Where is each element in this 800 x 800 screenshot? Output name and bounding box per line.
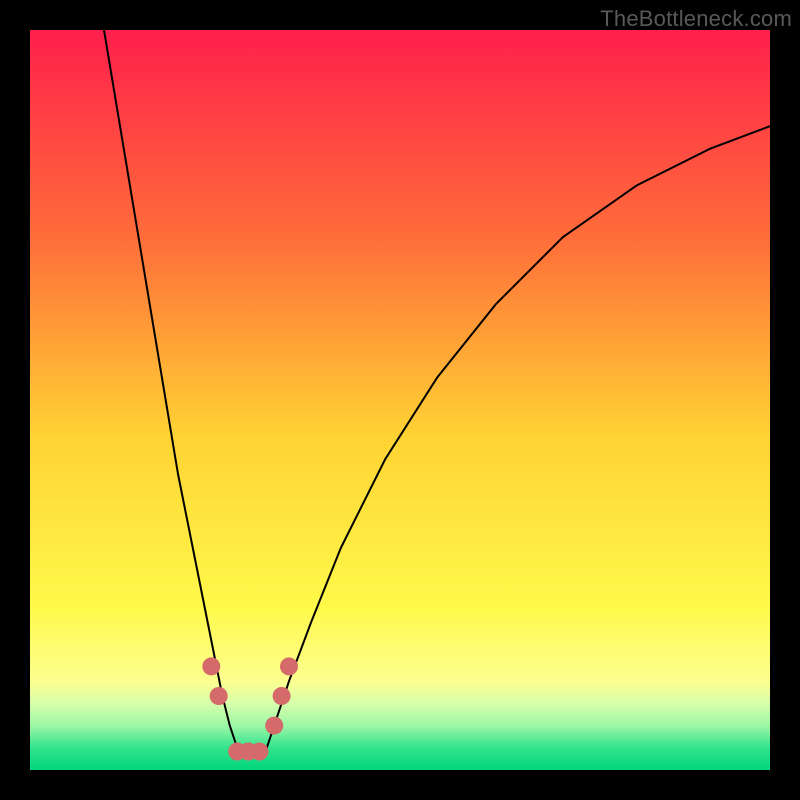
highlight-point xyxy=(210,687,228,705)
highlight-point xyxy=(250,743,268,761)
bottleneck-chart xyxy=(30,30,770,770)
highlight-point xyxy=(273,687,291,705)
highlight-point xyxy=(202,657,220,675)
highlight-point xyxy=(265,717,283,735)
chart-background xyxy=(30,30,770,770)
highlight-point xyxy=(280,657,298,675)
watermark-text: TheBottleneck.com xyxy=(600,6,792,32)
chart-frame xyxy=(30,30,770,770)
